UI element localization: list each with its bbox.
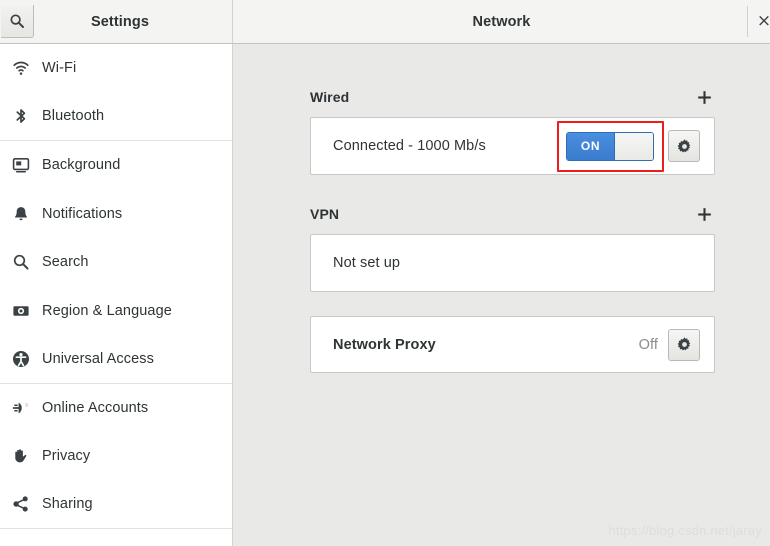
toggle-on-label: ON (567, 132, 614, 160)
search-icon (9, 253, 33, 271)
online-accounts-icon: s (9, 399, 33, 417)
wired-toggle[interactable]: ON (566, 131, 654, 161)
vpn-section-header: VPN (310, 201, 715, 227)
sidebar-item-label: Region & Language (42, 302, 172, 319)
proxy-label: Network Proxy (333, 336, 436, 353)
window-body: Wi-Fi Bluetooth Background Notifications… (0, 44, 770, 546)
sidebar-item-search[interactable]: Search (0, 238, 232, 287)
wired-settings-button[interactable] (668, 130, 700, 162)
network-sections: Wired Connected - 1000 Mb/s ON VPN Not s… (310, 84, 715, 373)
add-vpn-button[interactable] (693, 203, 715, 225)
sidebar-item-notifications[interactable]: Notifications (0, 190, 232, 239)
proxy-value: Off (638, 336, 658, 353)
sidebar: Wi-Fi Bluetooth Background Notifications… (0, 44, 233, 546)
header-right-pane: Network × (233, 0, 770, 43)
sidebar-item-label: Online Accounts (42, 399, 149, 416)
gear-icon (676, 138, 693, 155)
wired-row[interactable]: Connected - 1000 Mb/s ON (311, 118, 714, 174)
sidebar-item-background[interactable]: Background (0, 141, 232, 190)
sidebar-item-region-language[interactable]: Region & Language (0, 287, 232, 336)
add-wired-button[interactable] (693, 86, 715, 108)
background-icon (9, 156, 33, 174)
watermark: https://blog.csdn.net/jaray (608, 523, 762, 538)
vpn-row[interactable]: Not set up (311, 235, 714, 291)
sidebar-item-label: Sharing (42, 496, 93, 513)
hand-icon (9, 447, 33, 465)
sidebar-item-label: Background (42, 157, 121, 174)
sidebar-item-label: Wi-Fi (42, 60, 77, 77)
sidebar-item-sharing[interactable]: Sharing (0, 481, 232, 529)
toggle-knob[interactable] (614, 132, 653, 160)
wired-card: Connected - 1000 Mb/s ON (310, 117, 715, 175)
wifi-icon (9, 59, 33, 77)
header-bar: Settings Network × (0, 0, 770, 44)
page-title: Network (472, 13, 531, 30)
svg-text:s: s (25, 402, 28, 408)
spacer-wired-vpn (310, 175, 715, 201)
proxy-card: Network Proxy Off (310, 316, 715, 373)
sidebar-item-label: Universal Access (42, 350, 154, 367)
proxy-settings-button[interactable] (668, 328, 700, 361)
search-icon (9, 13, 25, 29)
wired-section-header: Wired (310, 84, 715, 110)
sidebar-item-label: Bluetooth (42, 108, 105, 125)
sidebar-item-online-accounts[interactable]: s Online Accounts (0, 384, 232, 433)
header-left-pane: Settings (0, 0, 233, 43)
proxy-row[interactable]: Network Proxy Off (311, 317, 714, 372)
sidebar-item-label: Privacy (42, 448, 91, 465)
vpn-card: Not set up (310, 234, 715, 292)
wired-status: Connected - 1000 Mb/s (333, 138, 486, 154)
sidebar-item-bluetooth[interactable]: Bluetooth (0, 93, 232, 141)
sidebar-item-label: Notifications (42, 205, 123, 222)
search-button[interactable] (1, 4, 34, 38)
gear-icon (676, 336, 693, 353)
region-language-icon (9, 302, 33, 320)
header-divider (747, 6, 748, 37)
accessibility-icon (9, 350, 33, 368)
bell-icon (9, 205, 33, 223)
bluetooth-icon (9, 107, 33, 125)
wired-toggle-wrapper: ON (557, 120, 664, 172)
settings-window: Settings Network × Wi-Fi Bluetooth Backg… (0, 0, 770, 546)
sidebar-item-label: Search (42, 254, 89, 271)
share-icon (9, 495, 33, 513)
sidebar-item-wifi[interactable]: Wi-Fi (0, 44, 232, 93)
spacer-vpn-proxy (310, 292, 715, 316)
settings-title: Settings (91, 13, 149, 30)
network-panel: Wired Connected - 1000 Mb/s ON VPN Not s… (233, 44, 770, 546)
sidebar-item-universal-access[interactable]: Universal Access (0, 335, 232, 384)
close-icon[interactable]: × (752, 10, 770, 34)
wired-title: Wired (310, 89, 350, 105)
vpn-status: Not set up (333, 255, 401, 271)
vpn-title: VPN (310, 206, 340, 222)
sidebar-item-privacy[interactable]: Privacy (0, 432, 232, 481)
